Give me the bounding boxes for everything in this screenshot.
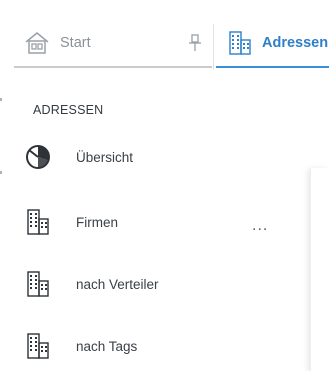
sidebar-item-nach-verteiler[interactable]: nach Verteiler [24, 266, 274, 302]
home-icon [24, 31, 50, 55]
sidebar-item-label: Firmen [76, 214, 119, 230]
building-icon [24, 332, 52, 360]
app-root: Start Adressen ADRESSEN Übersicht Firmen… [0, 0, 329, 371]
edge-marker [0, 171, 2, 174]
tab-start-label: Start [60, 35, 91, 51]
building-icon [228, 30, 252, 56]
content-panel [310, 168, 329, 371]
tab-bar: Start Adressen [0, 0, 329, 72]
sidebar-item-label: nach Tags [76, 338, 138, 354]
tab-separator [213, 24, 214, 70]
building-icon [24, 208, 52, 236]
tab-adressen-label: Adressen [262, 35, 329, 51]
pin-icon[interactable] [188, 34, 202, 52]
sidebar-item-nach-tags[interactable]: nach Tags [24, 328, 274, 364]
pie-chart-icon [24, 143, 52, 171]
tab-adressen[interactable]: Adressen [216, 20, 329, 68]
edge-marker [0, 98, 2, 101]
tab-bar-top [0, 0, 329, 18]
building-icon [24, 270, 52, 298]
more-options-button[interactable]: ... [252, 217, 268, 235]
sidebar-item-firmen[interactable]: Firmen [24, 204, 274, 240]
tab-start[interactable]: Start [14, 20, 212, 68]
sidebar-item-label: nach Verteiler [76, 276, 159, 292]
sidebar-item-label: Übersicht [76, 149, 134, 165]
section-title: ADRESSEN [33, 103, 104, 117]
sidebar-item-uebersicht[interactable]: Übersicht [24, 139, 274, 175]
